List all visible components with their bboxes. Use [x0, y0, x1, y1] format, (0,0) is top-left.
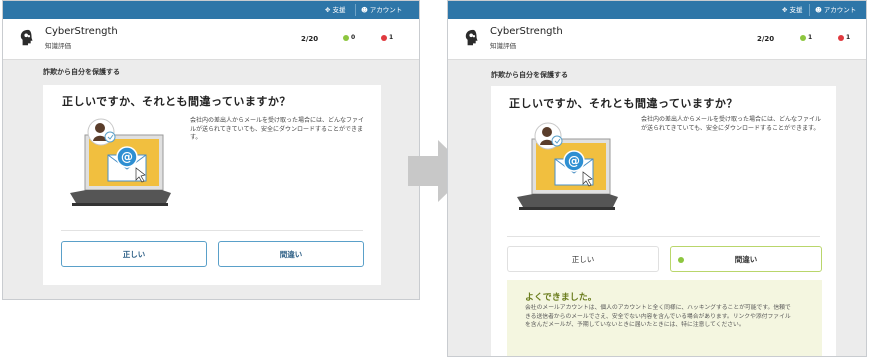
laptop-email-illustration: @ — [70, 118, 171, 206]
app-header: CyberStrength 知識評価 2/20 0 1 — [3, 19, 419, 60]
false-button-selected[interactable]: 間違い — [670, 246, 822, 272]
help-label: 支援 — [332, 6, 346, 14]
question-description: 会社内の差出人からメールを受け取った場合には、どんなファイルが送られてきていても… — [641, 116, 822, 132]
account-link[interactable]: ☻ アカウント — [815, 1, 856, 19]
screen-before: ✥ 支援 ☻ アカウント CyberStrength 知識評価 2/20 0 1… — [2, 0, 420, 300]
laptop-email-illustration: @ — [517, 122, 618, 210]
app-header: CyberStrength 知識評価 2/20 1 1 — [448, 19, 866, 60]
question-title: 正しいですか、それとも間違っていますか？ — [509, 97, 738, 110]
wrong-count: 1 — [846, 34, 851, 41]
top-bar: ✥ 支援 ☻ アカウント — [448, 1, 866, 19]
account-link[interactable]: ☻ アカウント — [361, 1, 402, 19]
card-divider — [507, 236, 820, 237]
section-title: 詐欺から自分を保護する — [491, 71, 568, 79]
app-title: CyberStrength — [45, 26, 118, 37]
top-bar: ✥ 支援 ☻ アカウント — [3, 1, 419, 19]
wrong-stat: 1 — [381, 34, 393, 41]
correct-count: 1 — [808, 34, 813, 41]
svg-text:@: @ — [121, 150, 133, 164]
false-button[interactable]: 間違い — [218, 241, 364, 267]
topbar-separator — [355, 4, 356, 16]
question-title: 正しいですか、それとも間違っていますか？ — [62, 95, 291, 108]
correct-stat: 0 — [343, 34, 355, 41]
app-title: CyberStrength — [490, 26, 563, 37]
true-button[interactable]: 正しい — [507, 246, 659, 272]
brain-head-icon — [20, 29, 33, 46]
app-subtitle: 知識評価 — [490, 42, 516, 50]
user-icon: ☻ — [815, 6, 822, 14]
screen-after: ✥ 支援 ☻ アカウント CyberStrength 知識評価 2/20 1 1… — [447, 0, 867, 357]
brain-head-icon — [465, 29, 478, 46]
card-divider — [61, 230, 363, 231]
support-icon: ✥ — [782, 6, 788, 14]
correct-stat: 1 — [800, 34, 812, 41]
account-label: アカウント — [823, 6, 857, 14]
help-link[interactable]: ✥ 支援 — [325, 1, 345, 19]
svg-text:@: @ — [568, 154, 580, 168]
feedback-body: 会社のメールアカウントは、個人のアカウントと全く同様に、ハッキングすることが可能… — [525, 305, 791, 328]
app-subtitle: 知識評価 — [45, 42, 71, 50]
question-card: 正しいですか、それとも間違っていますか？ @ 会社内の差出人からメールを受け取っ… — [43, 85, 381, 285]
help-label: 支援 — [789, 6, 803, 14]
user-icon: ☻ — [361, 6, 368, 14]
topbar-separator — [809, 4, 810, 16]
wrong-stat: 1 — [838, 34, 850, 41]
question-description: 会社内の差出人からメールを受け取った場合には、どんなファイルが送られてきていても… — [190, 117, 365, 141]
feedback-title: よくできました。 — [525, 293, 597, 303]
feedback-panel: よくできました。 会社のメールアカウントは、個人のアカウントと全く同様に、ハッキ… — [507, 280, 822, 356]
false-button-label: 間違い — [734, 255, 758, 264]
question-counter: 2/20 — [757, 35, 775, 43]
correct-count: 0 — [351, 34, 356, 41]
check-icon — [343, 34, 349, 41]
account-label: アカウント — [369, 6, 403, 14]
support-icon: ✥ — [325, 6, 331, 14]
question-card: 正しいですか、それとも間違っていますか？ @ 会社内の差出人からメールを受け取っ… — [491, 86, 836, 356]
check-icon — [800, 34, 806, 41]
cross-icon — [838, 34, 844, 41]
question-counter: 2/20 — [301, 35, 319, 43]
true-button[interactable]: 正しい — [61, 241, 207, 267]
help-link[interactable]: ✥ 支援 — [782, 1, 802, 19]
cross-icon — [381, 34, 387, 41]
wrong-count: 1 — [389, 34, 394, 41]
check-icon — [678, 257, 684, 263]
section-title: 詐欺から自分を保護する — [43, 68, 120, 76]
